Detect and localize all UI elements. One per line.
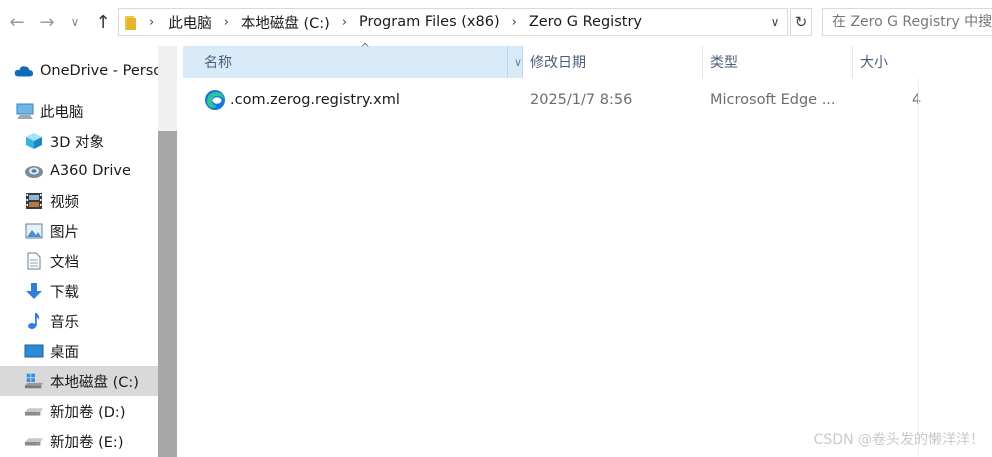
up-arrow-icon: ↑ [95,11,111,33]
download-icon [24,281,44,301]
file-name[interactable]: .com.zerog.registry.xml [230,86,400,114]
cube-icon [24,131,44,151]
sidebar-item-onedrive[interactable]: OneDrive - Personal [0,56,158,86]
back-arrow-icon: ← [9,11,25,33]
recent-locations-button[interactable]: ∨ [64,10,86,34]
sidebar-item-label: 文档 [50,254,79,271]
breadcrumb-separator-icon[interactable]: › [149,15,154,30]
up-button[interactable]: ↑ [92,10,114,34]
sidebar-item-label: 本地磁盘 (C:) [50,374,139,391]
address-bar[interactable]: › 此电脑 › 本地磁盘 (C:) › Program Files (x86) … [118,8,788,36]
a360-icon [24,161,44,181]
search-placeholder: 在 Zero G Registry 中搜 [832,14,992,30]
sidebar-item-downloads[interactable]: 下载 [0,276,158,306]
sidebar-item-label: 图片 [50,224,79,241]
document-icon [24,251,44,271]
column-header-name[interactable]: 名称 ^ ∨ [183,41,523,78]
breadcrumb-separator-icon[interactable]: › [342,15,347,30]
sidebar-item-label: 新加卷 (E:) [50,434,124,451]
column-header-label: 名称 [204,55,232,71]
sidebar-item-local-disk-c[interactable]: 本地磁盘 (C:) [0,366,158,396]
navigation-pane: OneDrive - Personal 此电脑 3D 对象 A360 Drive… [0,46,158,457]
drive-icon [24,401,44,421]
sidebar-item-label: OneDrive - Personal [40,63,158,79]
sidebar-item-label: 音乐 [50,314,79,331]
column-header-size[interactable]: 大小 [852,46,918,78]
refresh-icon: ↻ [794,13,808,31]
folder-icon [125,16,136,30]
sidebar-item-label: 下载 [50,284,79,301]
music-icon [24,311,44,331]
computer-icon [16,101,36,121]
column-header-label: 大小 [860,55,888,71]
sidebar-item-music[interactable]: 音乐 [0,306,158,336]
sidebar-item-label: 桌面 [50,344,79,361]
sidebar-item-documents[interactable]: 文档 [0,246,158,276]
sidebar-item-volume-e[interactable]: 新加卷 (E:) [0,426,158,456]
sidebar-item-label: A360 Drive [50,163,131,179]
breadcrumb-this-pc[interactable]: 此电脑 [168,12,212,33]
forward-arrow-icon: → [39,11,55,33]
sidebar-item-label: 视频 [50,194,79,211]
sidebar-scrollbar-thumb[interactable] [158,131,177,457]
sidebar-item-label: 此电脑 [40,104,84,121]
search-input[interactable]: 在 Zero G Registry 中搜 [822,8,992,36]
breadcrumb-separator-icon[interactable]: › [224,15,229,30]
cloud-icon [14,61,34,81]
drive-icon [24,431,44,451]
desktop-icon [24,341,44,361]
sidebar-item-this-pc[interactable]: 此电脑 [0,96,158,126]
sidebar-scrollbar[interactable] [158,46,177,457]
column-header-type[interactable]: 类型 [702,46,852,78]
sidebar-item-3d-objects[interactable]: 3D 对象 [0,126,158,156]
chevron-down-icon: ∨ [70,15,80,29]
windows-drive-icon [24,371,44,391]
breadcrumb: › 此电脑 › 本地磁盘 (C:) › Program Files (x86) … [149,9,642,35]
breadcrumb-separator-icon[interactable]: › [512,15,517,30]
table-row[interactable]: .com.zerog.registry.xml 2025/1/7 8:56 Mi… [178,86,922,114]
back-button[interactable]: ← [6,10,28,34]
sidebar-item-volume-d[interactable]: 新加卷 (D:) [0,396,158,426]
sort-ascending-icon: ^ [360,41,371,55]
watermark: CSDN @卷头发的懒洋洋！ [813,432,984,448]
sidebar-item-label: 新加卷 (D:) [50,404,126,421]
column-end-divider [918,78,919,457]
chevron-down-icon: ∨ [513,55,523,69]
picture-icon [24,221,44,241]
file-list: 名称 ^ ∨ 修改日期 类型 大小 .com.zerog.registry.xm… [178,41,992,457]
breadcrumb-local-disk-c[interactable]: 本地磁盘 (C:) [241,12,330,33]
file-type: Microsoft Edge ... [710,92,836,108]
column-header-date-modified[interactable]: 修改日期 [524,46,702,78]
chevron-down-icon: ∨ [770,15,780,29]
column-header-row: 名称 ^ ∨ 修改日期 类型 大小 [178,41,992,78]
address-dropdown-button[interactable]: ∨ [765,9,785,35]
edge-icon [204,86,226,114]
sidebar-item-desktop[interactable]: 桌面 [0,336,158,366]
column-header-label: 类型 [710,55,738,71]
sidebar-item-pictures[interactable]: 图片 [0,216,158,246]
file-date-modified: 2025/1/7 8:56 [530,92,633,108]
breadcrumb-zero-g-registry[interactable]: Zero G Registry [529,14,642,30]
column-header-label: 修改日期 [530,55,586,71]
sidebar-item-videos[interactable]: 视频 [0,186,158,216]
sidebar-item-a360-drive[interactable]: A360 Drive [0,156,158,186]
sidebar-item-label: 3D 对象 [50,134,104,151]
file-size: 4 [912,92,922,108]
navigation-bar: ← → ∨ ↑ › 此电脑 › 本地磁盘 (C:) › Program File… [0,0,992,46]
refresh-button[interactable]: ↻ [790,8,812,36]
film-icon [24,191,44,211]
breadcrumb-program-files-x86[interactable]: Program Files (x86) [359,14,500,30]
forward-button[interactable]: → [36,10,58,34]
